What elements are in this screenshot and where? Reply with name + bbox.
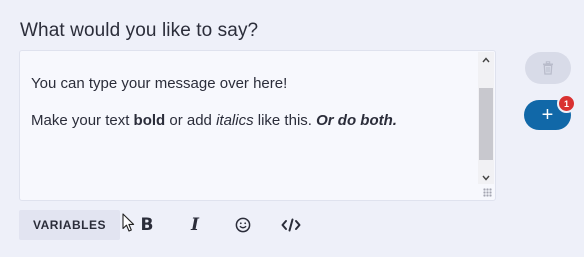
bold-sample: bold	[133, 112, 166, 129]
delete-message-button[interactable]	[525, 52, 571, 84]
formatting-toolbar: VARIABLES B I	[19, 210, 310, 240]
editor-line-2: Make your text bold or add italics like …	[31, 112, 467, 130]
line2-text-2: or add	[165, 112, 217, 129]
scroll-thumb[interactable]	[479, 88, 493, 160]
line2-text-1: Make your text	[31, 112, 134, 129]
message-composer: What would you like to say? You can type…	[0, 0, 584, 257]
italic-icon[interactable]: I	[176, 210, 214, 240]
resize-grip-icon[interactable]	[483, 188, 492, 197]
scroll-down-icon[interactable]	[478, 170, 494, 186]
bold-italic-sample: Or do both.	[316, 112, 397, 129]
notification-badge: 1	[557, 94, 576, 113]
plus-icon: +	[541, 104, 554, 126]
editor-content[interactable]: You can type your message over here! Mak…	[31, 75, 467, 149]
smiley-icon	[235, 217, 251, 233]
line2-text-3: like this.	[253, 112, 317, 129]
editor-line-1: You can type your message over here!	[31, 75, 288, 92]
mouse-pointer-icon	[122, 213, 135, 232]
italic-sample: italics	[216, 112, 254, 129]
composer-heading: What would you like to say?	[20, 20, 259, 41]
code-icon	[281, 218, 301, 232]
trash-icon	[543, 61, 553, 75]
code-button[interactable]	[272, 210, 310, 240]
message-editor[interactable]: You can type your message over here! Mak…	[19, 50, 496, 201]
scroll-up-icon[interactable]	[478, 52, 494, 68]
editor-scrollbar[interactable]	[478, 52, 494, 184]
emoji-button[interactable]	[224, 210, 262, 240]
variables-button[interactable]: VARIABLES	[19, 210, 120, 240]
